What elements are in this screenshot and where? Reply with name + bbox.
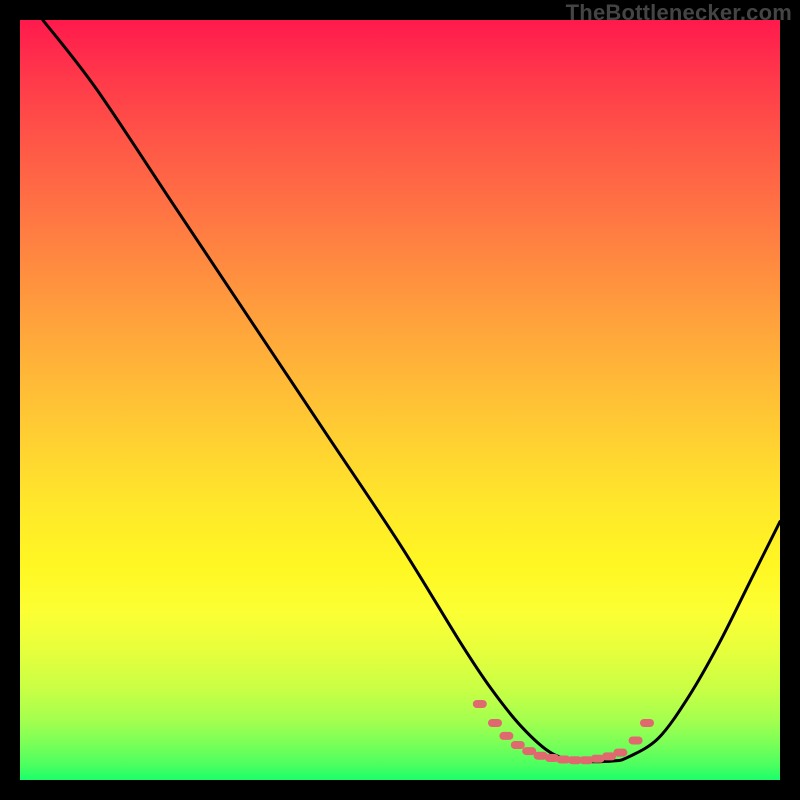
chart-svg	[20, 20, 780, 780]
brand-logo: TheBottlenecker.com	[566, 0, 792, 26]
data-marker	[499, 732, 513, 740]
chart-canvas: TheBottlenecker.com	[0, 0, 800, 800]
data-marker	[473, 700, 487, 708]
data-marker	[640, 719, 654, 727]
data-marker	[629, 737, 643, 745]
plot-area	[20, 20, 780, 780]
data-markers	[473, 700, 654, 764]
data-marker	[511, 741, 525, 749]
data-marker	[488, 719, 502, 727]
data-marker	[613, 749, 627, 757]
bottleneck-curve	[43, 20, 780, 762]
